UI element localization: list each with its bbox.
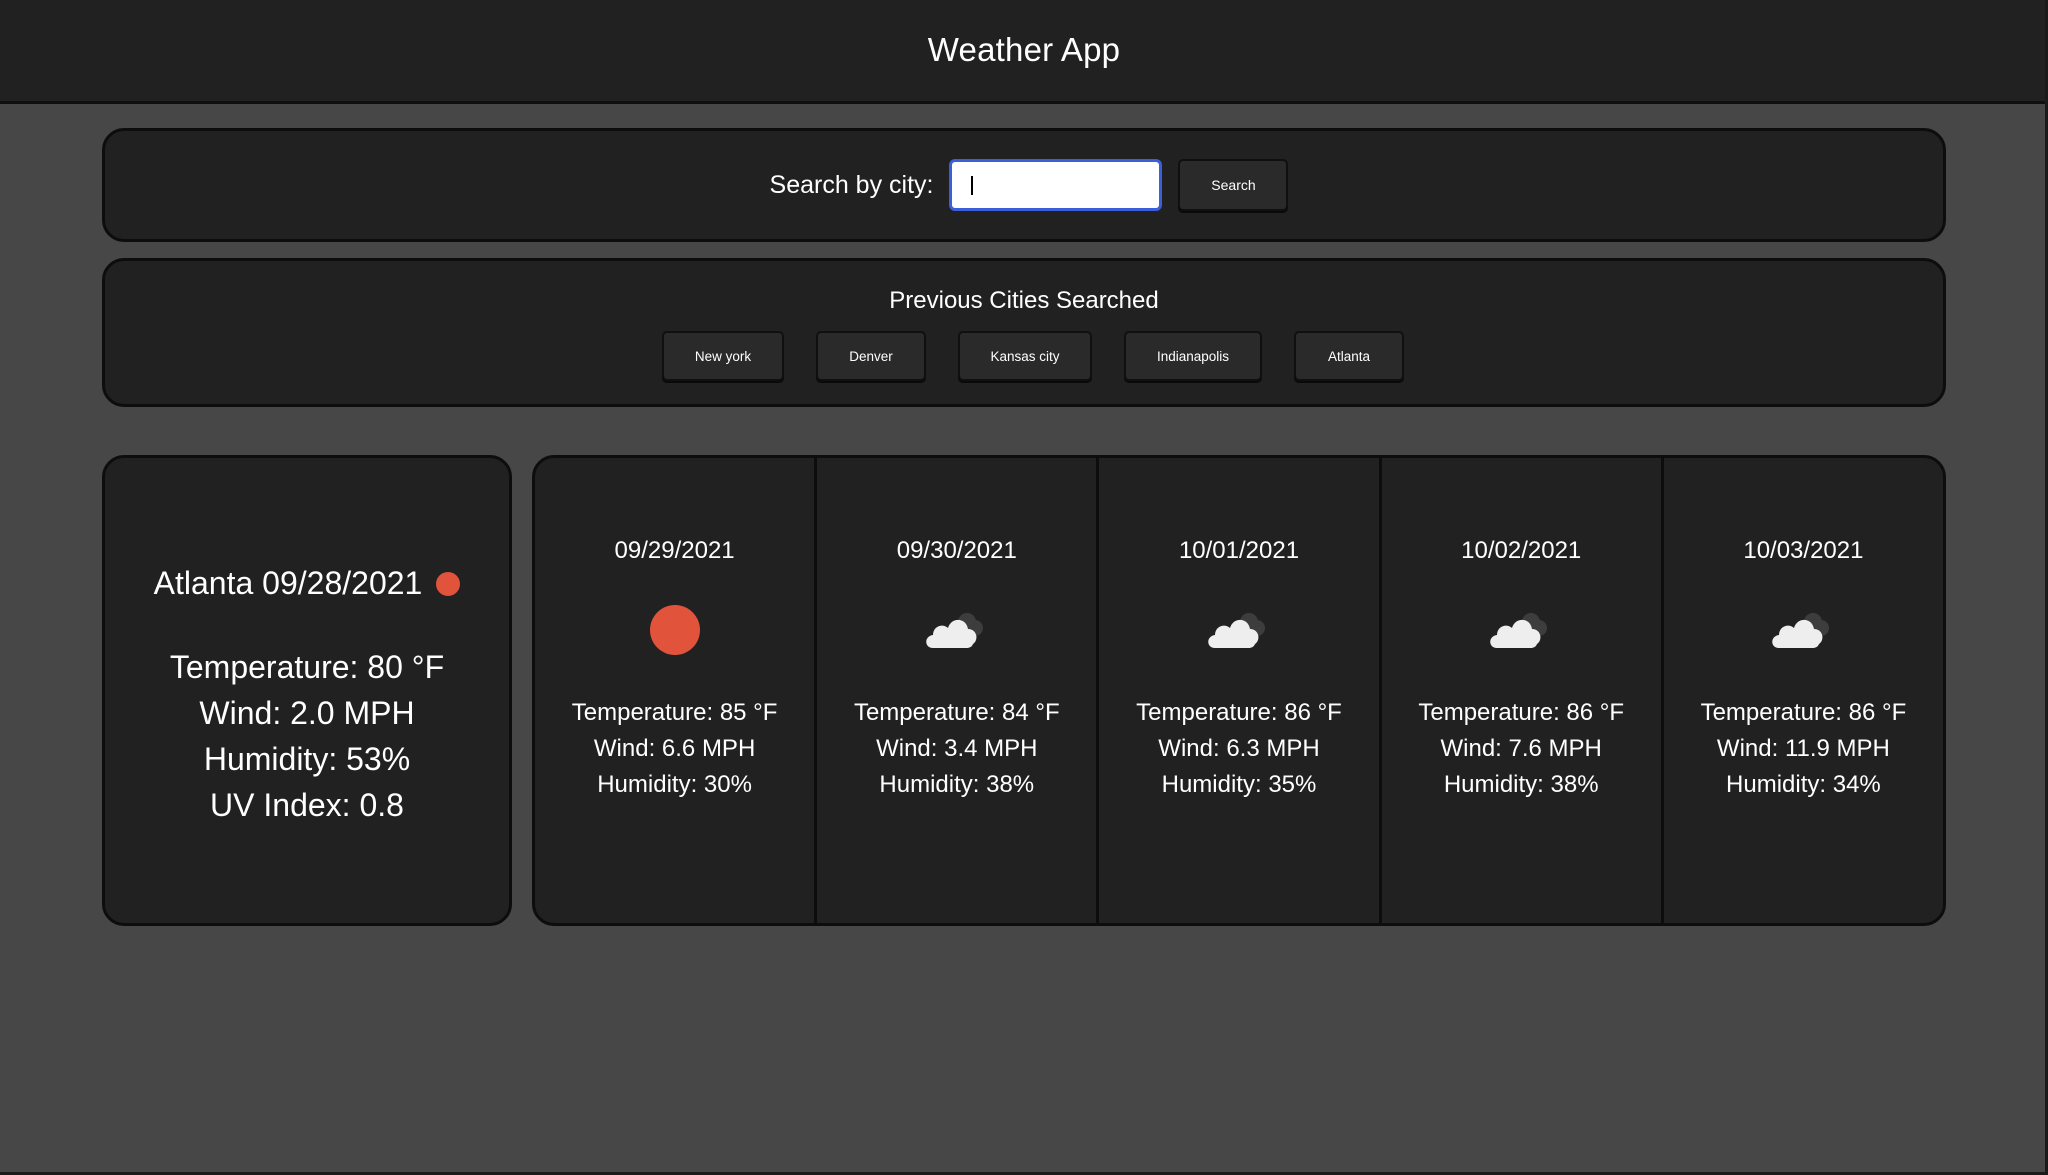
current-weather-heading: Atlanta 09/28/2021 <box>154 565 461 602</box>
app-header: Weather App <box>0 0 2048 104</box>
forecast-humidity: Humidity: 30% <box>597 771 752 798</box>
current-weather-stats: Temperature: 80 °F Wind: 2.0 MPH Humidit… <box>170 644 444 828</box>
forecast-day-card: 10/01/2021 Temperature: 86 °F Wind: 6.3 … <box>1099 458 1382 923</box>
sun-icon <box>436 571 461 596</box>
forecast-day-card: 10/02/2021 Temperature: 86 °F Wind: 7.6 … <box>1382 458 1664 923</box>
search-label: Search by city: <box>769 170 934 199</box>
forecast-date: 09/30/2021 <box>896 537 1017 564</box>
forecast-icon <box>921 602 993 658</box>
search-panel: Search by city: Search <box>102 128 1946 242</box>
history-title: Previous Cities Searched <box>889 287 1159 314</box>
forecast-day-card: 10/03/2021 Temperature: 86 °F Wind: 11.9… <box>1664 458 1943 923</box>
history-city-button[interactable]: Denver <box>816 331 926 381</box>
forecast-icon <box>1485 602 1557 658</box>
forecast-day-card: 09/29/2021 Temperature: 85 °F Wind: 6.6 … <box>535 458 818 923</box>
forecast-temperature: Temperature: 85 °F <box>571 699 778 726</box>
current-weather-card: Atlanta 09/28/2021 Temperature: 80 °F Wi… <box>102 455 512 926</box>
history-city-button[interactable]: New york <box>662 331 784 381</box>
history-button-list: New york Denver Kansas city Indianapolis… <box>105 331 1943 381</box>
forecast-stats: Temperature: 86 °F Wind: 6.3 MPH Humidit… <box>1136 695 1342 803</box>
forecast-stats: Temperature: 84 °F Wind: 3.4 MPH Humidit… <box>854 695 1060 803</box>
forecast-temperature: Temperature: 86 °F <box>1418 699 1625 726</box>
sun-icon <box>649 605 700 655</box>
search-button[interactable]: Search <box>1178 159 1289 211</box>
history-city-button[interactable]: Atlanta <box>1294 331 1404 381</box>
forecast-wind: Wind: 3.4 MPH <box>876 735 1038 762</box>
forecast-icon <box>1767 602 1839 658</box>
forecast-wind: Wind: 11.9 MPH <box>1716 735 1890 762</box>
cloud-icon <box>926 613 983 648</box>
city-search-input[interactable] <box>949 159 1163 211</box>
forecast-wind: Wind: 7.6 MPH <box>1440 735 1602 762</box>
forecast-date: 10/03/2021 <box>1743 537 1864 564</box>
history-city-button[interactable]: Kansas city <box>958 331 1092 381</box>
text-caret <box>971 176 973 195</box>
forecast-day-card: 09/30/2021 Temperature: 84 °F Wind: 3.4 … <box>817 458 1100 923</box>
cloud-icon <box>1208 613 1265 648</box>
app-title: Weather App <box>927 30 1121 68</box>
current-humidity: Humidity: 53% <box>203 741 411 777</box>
history-panel: Previous Cities Searched New york Denver… <box>102 258 1946 407</box>
forecast-date: 10/02/2021 <box>1461 537 1582 564</box>
cloud-icon <box>1772 613 1830 648</box>
current-city-date: Atlanta 09/28/2021 <box>153 565 423 601</box>
current-temperature: Temperature: 80 °F <box>169 649 445 685</box>
forecast-wind: Wind: 6.3 MPH <box>1158 735 1320 762</box>
forecast-stats: Temperature: 86 °F Wind: 11.9 MPH Humidi… <box>1701 695 1907 803</box>
forecast-date: 09/29/2021 <box>614 537 735 564</box>
forecast-date: 10/01/2021 <box>1178 537 1300 564</box>
forecast-temperature: Temperature: 86 °F <box>1700 699 1907 726</box>
forecast-humidity: Humidity: 34% <box>1726 771 1881 798</box>
forecast-temperature: Temperature: 86 °F <box>1136 699 1342 726</box>
forecast-icon <box>1203 602 1275 658</box>
forecast-wind: Wind: 6.6 MPH <box>593 735 756 762</box>
cloud-icon <box>1490 613 1548 648</box>
forecast-humidity: Humidity: 35% <box>1161 771 1317 798</box>
history-city-button[interactable]: Indianapolis <box>1124 331 1262 381</box>
current-uv-index: UV Index: 0.8 <box>210 787 404 823</box>
forecast-humidity: Humidity: 38% <box>879 771 1035 798</box>
forecast-temperature: Temperature: 84 °F <box>853 699 1060 726</box>
forecast-humidity: Humidity: 38% <box>1443 771 1599 798</box>
forecast-stats: Temperature: 85 °F Wind: 6.6 MPH Humidit… <box>572 695 778 803</box>
forecast-panel: 09/29/2021 Temperature: 85 °F Wind: 6.6 … <box>532 455 1946 926</box>
current-wind: Wind: 2.0 MPH <box>199 695 415 731</box>
forecast-icon <box>649 602 700 658</box>
forecast-stats: Temperature: 86 °F Wind: 7.6 MPH Humidit… <box>1418 695 1624 803</box>
